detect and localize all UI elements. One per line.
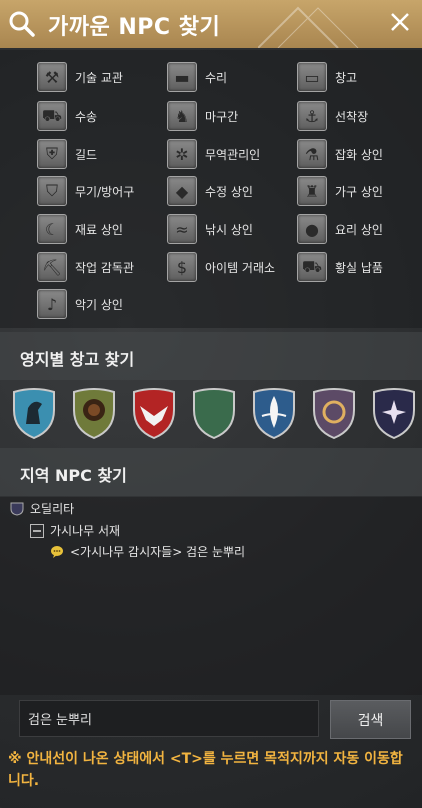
- tools-icon: ⚒: [37, 62, 67, 92]
- pickaxe-icon: ⛏: [37, 252, 67, 282]
- tree-leaf-label: <가시나무 감시자들> 검은 눈뿌리: [70, 545, 246, 559]
- anvil-icon: ▬: [167, 62, 197, 92]
- crystal-icon: ◆: [167, 176, 197, 206]
- search-input[interactable]: [19, 700, 319, 737]
- collapse-icon[interactable]: [30, 523, 44, 538]
- service-furniture[interactable]: ♜ 가구 상인: [297, 175, 383, 207]
- service-marketplace[interactable]: $ 아이템 거래소: [167, 251, 275, 283]
- service-materials[interactable]: ☾ 재료 상인: [37, 213, 123, 245]
- flask-icon: ⚗: [297, 139, 327, 169]
- service-work-supervisor[interactable]: ⛏ 작업 감독관: [37, 251, 134, 283]
- armor-icon: ⛉: [37, 176, 67, 206]
- anchor-icon: ⚓: [297, 101, 327, 131]
- region-section-title: 지역 NPC 찾기: [20, 466, 127, 485]
- chair-icon: ♜: [297, 176, 327, 206]
- wheel-icon: ✲: [167, 139, 197, 169]
- guild-shield-icon: ⛨: [37, 139, 67, 169]
- shield-moon-icon[interactable]: [192, 388, 236, 440]
- horse-icon: ♞: [167, 101, 197, 131]
- service-transport[interactable]: ⛟ 수송: [37, 100, 97, 132]
- fish-icon: ≈: [167, 214, 197, 244]
- shield-wreath-icon[interactable]: [312, 388, 356, 440]
- tree-root-label: 오딜리타: [30, 502, 75, 516]
- money-bag-icon: $: [167, 252, 197, 282]
- service-skill-trainer[interactable]: ⚒ 기술 교관: [37, 61, 123, 93]
- instrument-icon: ♪: [37, 289, 67, 319]
- tree-leaf-npc[interactable]: <가시나무 감시자들> 검은 눈뿌리: [50, 543, 245, 560]
- close-icon[interactable]: [388, 10, 412, 34]
- service-weapons-armor[interactable]: ⛉ 무기/방어구: [37, 175, 134, 207]
- window-title: 가까운 NPC 찾기: [48, 15, 221, 40]
- search-button[interactable]: 검색: [330, 700, 411, 739]
- wagon-icon: ⛟: [37, 101, 67, 131]
- service-wharf[interactable]: ⚓ 선착장: [297, 100, 368, 132]
- service-imperial-delivery[interactable]: ⛟ 황실 납품: [297, 251, 383, 283]
- service-crystal[interactable]: ◆ 수정 상인: [167, 175, 253, 207]
- service-general-goods[interactable]: ⚗ 잡화 상인: [297, 138, 383, 170]
- cart-icon: ⛟: [297, 252, 327, 282]
- tree-root-odilita[interactable]: 오딜리타: [10, 500, 74, 517]
- service-fishing[interactable]: ≈ 낚시 상인: [167, 213, 253, 245]
- shield-lion-icon[interactable]: [72, 388, 116, 440]
- service-stable[interactable]: ♞ 마구간: [167, 100, 238, 132]
- window-header: 가까운 NPC 찾기: [0, 0, 422, 48]
- notice-text: ※ 안내선이 나온 상태에서 <T>를 누르면 목적지까지 자동 이동합니다.: [8, 751, 403, 789]
- service-instrument[interactable]: ♪ 악기 상인: [37, 288, 123, 320]
- service-cooking[interactable]: ● 요리 상인: [297, 213, 383, 245]
- shield-lily-icon[interactable]: [252, 388, 296, 440]
- service-storage[interactable]: ▭ 창고: [297, 61, 357, 93]
- tree-node-label: 가시나무 서재: [50, 524, 121, 538]
- search-icon: [9, 11, 35, 37]
- service-guild[interactable]: ⛨ 길드: [37, 138, 97, 170]
- service-repair[interactable]: ▬ 수리: [167, 61, 227, 93]
- region-shield-icon: [10, 502, 24, 516]
- shield-star-icon[interactable]: [372, 388, 416, 440]
- territory-section-title: 영지별 창고 찾기: [20, 350, 135, 369]
- tree-node-library[interactable]: 가시나무 서재: [30, 522, 120, 539]
- speech-bubble-icon: [51, 545, 63, 558]
- roast-icon: ●: [297, 214, 327, 244]
- header-decoration: [258, 6, 359, 48]
- sickle-icon: ☾: [37, 214, 67, 244]
- shield-horse-icon[interactable]: [12, 388, 56, 440]
- shield-eagle-icon[interactable]: [132, 388, 176, 440]
- chest-icon: ▭: [297, 62, 327, 92]
- service-trade-manager[interactable]: ✲ 무역관리인: [167, 138, 260, 170]
